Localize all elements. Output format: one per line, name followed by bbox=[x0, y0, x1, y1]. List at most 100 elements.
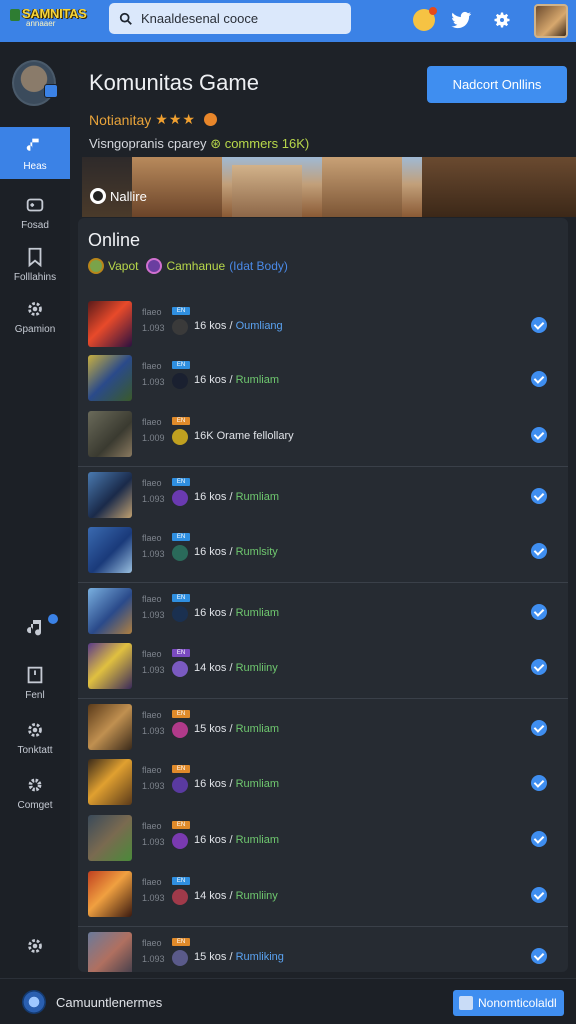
gear-icon[interactable] bbox=[490, 8, 514, 32]
item-text: 14 kos / Rumliiny bbox=[194, 662, 278, 674]
music-shortcut[interactable] bbox=[24, 614, 58, 645]
item-number: 1.093 bbox=[142, 494, 165, 504]
community-banner: Nallire bbox=[82, 157, 576, 217]
filter-b: Camhanue bbox=[166, 259, 226, 273]
list-item[interactable]: flaeo 1.093 EN 14 kos / Rumliiny bbox=[78, 866, 568, 920]
list-item[interactable]: flaeo 1.093 EN 15 kos / Rumliam bbox=[78, 698, 568, 752]
item-text-main: 16 kos / bbox=[194, 778, 233, 790]
banner-tag[interactable]: Nallire bbox=[90, 188, 147, 204]
list-item[interactable]: flaeo 1.093 EN 14 kos / Rumliiny bbox=[78, 638, 568, 692]
list-item[interactable]: flaeo 1.093 EN 16 kos / Rumliam bbox=[78, 582, 568, 636]
item-text: 16 kos / Rumliam bbox=[194, 834, 279, 846]
game-icon bbox=[172, 722, 188, 738]
list-item[interactable]: flaeo 1.093 EN 16 kos / Rumliam bbox=[78, 466, 568, 520]
game-icon bbox=[172, 661, 188, 677]
twitter-icon[interactable] bbox=[449, 8, 473, 32]
sidebar-item-tonktatt[interactable]: Tonktatt bbox=[0, 719, 70, 756]
item-text-main: 15 kos / bbox=[194, 951, 233, 963]
item-number: 1.093 bbox=[142, 837, 165, 847]
item-text-main: 15 kos / bbox=[194, 723, 233, 735]
list-item[interactable]: flaeo 1.093 EN 16 kos / Rumliam bbox=[78, 350, 568, 404]
item-text: 16 kos / Rumliam bbox=[194, 607, 279, 619]
panel-title: Online bbox=[88, 230, 141, 250]
rating-stars: ★★★ bbox=[155, 111, 196, 127]
member-thumbnail bbox=[88, 301, 132, 347]
sidebar-item-comget[interactable]: Comget bbox=[0, 774, 70, 811]
language-badge: EN bbox=[172, 765, 190, 773]
item-label: flaeo bbox=[142, 594, 162, 604]
list-item[interactable]: flaeo 1.009 EN 16K Orame fellollary bbox=[78, 406, 568, 460]
online-filter[interactable]: Vapot Camhanue (Idat Body) bbox=[88, 258, 288, 274]
language-badge: EN bbox=[172, 821, 190, 829]
list-item[interactable]: flaeo 1.093 EN 16 kos / Rumliam bbox=[78, 810, 568, 864]
game-icon bbox=[172, 777, 188, 793]
item-number: 1.093 bbox=[142, 323, 165, 333]
game-icon bbox=[172, 606, 188, 622]
member-thumbnail bbox=[88, 871, 132, 917]
game-icon bbox=[172, 373, 188, 389]
controller-icon bbox=[26, 198, 44, 212]
footer-button-label: Nonomticolaldl bbox=[478, 996, 557, 1010]
item-text: 16 kos / Rumliam bbox=[194, 778, 279, 790]
list-item[interactable]: flaeo 1.093 EN 16 kos / Oumliang bbox=[78, 296, 568, 350]
square-icon bbox=[27, 666, 43, 684]
footer-button[interactable]: Nonomticolaldl bbox=[453, 990, 564, 1016]
item-label: flaeo bbox=[142, 765, 162, 775]
profile-avatar[interactable] bbox=[12, 60, 58, 106]
sidebar-item-fosad[interactable]: Fosad bbox=[0, 194, 70, 231]
search-input[interactable] bbox=[141, 11, 341, 26]
sidebar-item-label: Fenl bbox=[25, 690, 45, 701]
check-icon[interactable] bbox=[531, 659, 547, 675]
logo-gem-icon bbox=[10, 9, 20, 21]
list-item[interactable]: flaeo 1.093 EN 16 kos / Rumlsity bbox=[78, 522, 568, 576]
app-logo[interactable]: SAMNITAS annaaer bbox=[8, 6, 87, 36]
check-icon[interactable] bbox=[531, 720, 547, 736]
check-icon[interactable] bbox=[531, 775, 547, 791]
item-text-main: 16 kos / bbox=[194, 607, 233, 619]
item-label: flaeo bbox=[142, 478, 162, 488]
verified-badge-icon bbox=[44, 84, 58, 98]
check-icon[interactable] bbox=[531, 831, 547, 847]
list-item[interactable]: flaeo 1.093 EN 16 kos / Rumliam bbox=[78, 754, 568, 808]
notification-emoji-icon[interactable] bbox=[412, 7, 437, 32]
item-number: 1.093 bbox=[142, 665, 165, 675]
check-icon[interactable] bbox=[531, 488, 547, 504]
item-label: flaeo bbox=[142, 533, 162, 543]
page-title: Komunitas Game bbox=[89, 70, 259, 95]
member-thumbnail bbox=[88, 704, 132, 750]
check-icon[interactable] bbox=[531, 371, 547, 387]
game-icon bbox=[172, 319, 188, 335]
language-badge: EN bbox=[172, 594, 190, 602]
language-badge: EN bbox=[172, 649, 190, 657]
sidebar-item-gpamion[interactable]: Gpamion bbox=[0, 298, 70, 335]
item-label: flaeo bbox=[142, 417, 162, 427]
sidebar-item-heas[interactable]: Heas bbox=[0, 127, 70, 179]
list-item[interactable]: flaeo 1.093 EN 15 kos / Rumliking bbox=[78, 926, 568, 972]
sidebar-item-fenl[interactable]: Fenl bbox=[0, 664, 70, 701]
camhanue-icon bbox=[146, 258, 163, 274]
member-thumbnail bbox=[88, 759, 132, 805]
user-avatar[interactable] bbox=[534, 4, 568, 38]
gear-icon bbox=[28, 723, 42, 737]
game-icon bbox=[172, 545, 188, 561]
search-bar[interactable] bbox=[109, 3, 351, 34]
check-icon[interactable] bbox=[531, 317, 547, 333]
rating: Notianitay ★★★ bbox=[89, 111, 217, 128]
item-status: Rumliam bbox=[235, 374, 279, 386]
item-text-main: 14 kos / bbox=[194, 890, 233, 902]
sidebar-item-folllahins[interactable]: Folllahins bbox=[0, 246, 70, 283]
sidebar-item-label: Gpamion bbox=[14, 324, 56, 335]
sidebar-settings[interactable] bbox=[0, 935, 70, 961]
check-icon[interactable] bbox=[531, 604, 547, 620]
community-logo-icon[interactable] bbox=[22, 990, 46, 1014]
item-label: flaeo bbox=[142, 649, 162, 659]
check-icon[interactable] bbox=[531, 948, 547, 964]
check-icon[interactable] bbox=[531, 887, 547, 903]
item-text: 16 kos / Rumlsity bbox=[194, 546, 278, 558]
game-icon bbox=[172, 833, 188, 849]
item-label: flaeo bbox=[142, 938, 162, 948]
item-number: 1.093 bbox=[142, 781, 165, 791]
check-icon[interactable] bbox=[531, 427, 547, 443]
primary-action-button[interactable]: Nadcort Onllins bbox=[427, 66, 567, 103]
check-icon[interactable] bbox=[531, 543, 547, 559]
